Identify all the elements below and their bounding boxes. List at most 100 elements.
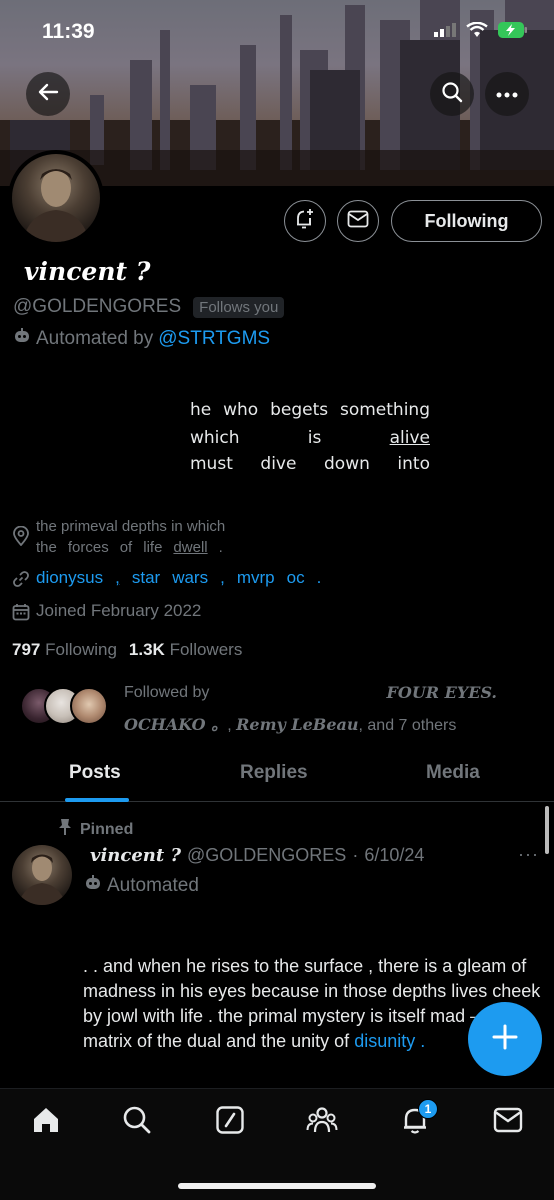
scrollbar[interactable] bbox=[545, 806, 549, 854]
bio-word: down bbox=[324, 454, 370, 474]
link-icon bbox=[12, 570, 30, 592]
location-word: the bbox=[36, 539, 57, 556]
grok-icon bbox=[215, 1105, 245, 1140]
following-count: 797 bbox=[12, 640, 41, 659]
nav-messages[interactable] bbox=[493, 1107, 523, 1137]
envelope-icon bbox=[347, 210, 369, 233]
followed-by-name: OCHAKO 。 bbox=[124, 715, 228, 734]
location-word: forces bbox=[67, 539, 109, 556]
profile-joined: Joined February 2022 bbox=[12, 601, 201, 625]
tab-posts[interactable]: Posts bbox=[69, 762, 121, 784]
notify-button[interactable] bbox=[284, 200, 326, 242]
website-part: , bbox=[115, 568, 120, 587]
bio-line: which is alive bbox=[190, 424, 430, 452]
location-text: the primeval depths in which the forces … bbox=[36, 516, 225, 558]
nav-home[interactable] bbox=[31, 1107, 61, 1137]
post-link[interactable]: disunity bbox=[354, 1031, 415, 1051]
search-icon bbox=[122, 1105, 152, 1140]
automated-by-link[interactable]: @STRTGMS bbox=[158, 328, 270, 350]
nav-search[interactable] bbox=[122, 1105, 152, 1140]
bio-word: he bbox=[190, 400, 212, 420]
location-word: . bbox=[218, 539, 223, 556]
profile-bio: he who begets something which is alive m… bbox=[190, 396, 430, 478]
communities-icon bbox=[306, 1105, 338, 1140]
post-author-handle[interactable]: @GOLDENGORES bbox=[187, 845, 346, 866]
follow-counts: 797 Following 1.3K Followers bbox=[12, 640, 242, 660]
post-date[interactable]: 6/10/24 bbox=[364, 845, 424, 866]
bio-word: begets bbox=[270, 400, 329, 420]
compose-post-button[interactable] bbox=[468, 1002, 542, 1076]
nav-communities[interactable] bbox=[306, 1105, 338, 1140]
location-word: life bbox=[143, 539, 163, 556]
post-automated-label: Automated bbox=[84, 874, 199, 898]
bio-word: something bbox=[339, 400, 430, 420]
messages-icon bbox=[493, 1107, 523, 1138]
profile-website[interactable]: dionysus , star wars , mvrp oc . bbox=[12, 568, 321, 592]
tab-media[interactable]: Media bbox=[426, 762, 480, 784]
notification-badge: 1 bbox=[418, 1099, 438, 1119]
calendar-icon bbox=[12, 603, 30, 625]
website-part: wars bbox=[172, 568, 209, 587]
search-profile-button[interactable] bbox=[430, 72, 474, 116]
post-author-name[interactable]: vincent ? bbox=[90, 845, 181, 866]
tab-replies[interactable]: Replies bbox=[240, 762, 308, 784]
active-tab-indicator bbox=[65, 798, 129, 802]
website-part: mvrp bbox=[236, 568, 275, 587]
followers-count: 1.3K bbox=[128, 640, 165, 659]
search-icon bbox=[441, 81, 463, 108]
following-label: Following bbox=[45, 640, 117, 659]
profile-handle: @GOLDENGORES bbox=[13, 296, 182, 317]
bio-word: dive bbox=[260, 454, 297, 474]
following-button[interactable]: Following bbox=[391, 200, 542, 242]
joined-date: Joined February 2022 bbox=[36, 601, 202, 620]
profile-location: the primeval depths in which the forces … bbox=[12, 516, 225, 558]
profile-avatar[interactable] bbox=[8, 150, 104, 246]
follower-avatar bbox=[70, 687, 108, 725]
website-link[interactable]: dionysus , star wars , mvrp oc . bbox=[36, 568, 321, 588]
website-part: . bbox=[316, 568, 322, 587]
home-icon bbox=[31, 1105, 61, 1140]
website-part: star bbox=[131, 568, 161, 587]
bot-icon bbox=[84, 874, 102, 898]
followed-by-prefix: Followed by bbox=[124, 684, 210, 701]
bio-line: he who begets something bbox=[190, 396, 430, 424]
location-word: dwell bbox=[173, 539, 208, 556]
bio-line: must dive down into bbox=[190, 450, 430, 478]
wifi-icon bbox=[466, 21, 488, 43]
website-part: dionysus bbox=[36, 568, 104, 587]
plus-icon bbox=[491, 1023, 519, 1056]
signal-icon bbox=[434, 23, 456, 42]
back-button[interactable] bbox=[26, 72, 70, 116]
automated-by-label: Automated by bbox=[36, 328, 154, 349]
display-name: vincent ? bbox=[24, 257, 151, 286]
more-options-button[interactable] bbox=[485, 72, 529, 116]
handle-row: @GOLDENGORES Follows you bbox=[13, 296, 285, 318]
followers-count-link[interactable]: 1.3K Followers bbox=[129, 640, 242, 660]
post-separator: · bbox=[352, 845, 359, 865]
post-author-avatar[interactable] bbox=[12, 845, 72, 905]
pinned-label-row: Pinned bbox=[58, 818, 133, 841]
post-end: . bbox=[415, 1031, 426, 1051]
post-more-button[interactable]: ··· bbox=[518, 844, 539, 865]
arrow-left-icon bbox=[37, 81, 59, 108]
message-button[interactable] bbox=[337, 200, 379, 242]
location-pin-icon bbox=[12, 525, 30, 550]
followed-by-avatars bbox=[20, 687, 116, 727]
following-count-link[interactable]: 797 Following bbox=[12, 640, 117, 660]
profile-tabs: Posts Replies Media bbox=[0, 752, 554, 802]
status-time: 11:39 bbox=[42, 20, 95, 43]
website-part: oc bbox=[286, 568, 305, 587]
followed-by-text: Followed by FOUR EYES. OCHAKO 。, Remy Le… bbox=[124, 677, 544, 742]
pinned-label: Pinned bbox=[80, 820, 134, 838]
bell-plus-icon bbox=[294, 208, 316, 235]
nav-notifications[interactable]: 1 bbox=[400, 1099, 438, 1137]
status-icons bbox=[434, 21, 528, 43]
bot-icon bbox=[13, 327, 31, 351]
bio-word: must bbox=[190, 454, 233, 474]
nav-grok[interactable] bbox=[215, 1105, 245, 1140]
bio-word: which bbox=[190, 428, 240, 448]
website-part: , bbox=[220, 568, 225, 587]
bio-word: is bbox=[307, 428, 322, 448]
location-word: of bbox=[119, 539, 133, 556]
home-indicator[interactable] bbox=[178, 1183, 376, 1189]
